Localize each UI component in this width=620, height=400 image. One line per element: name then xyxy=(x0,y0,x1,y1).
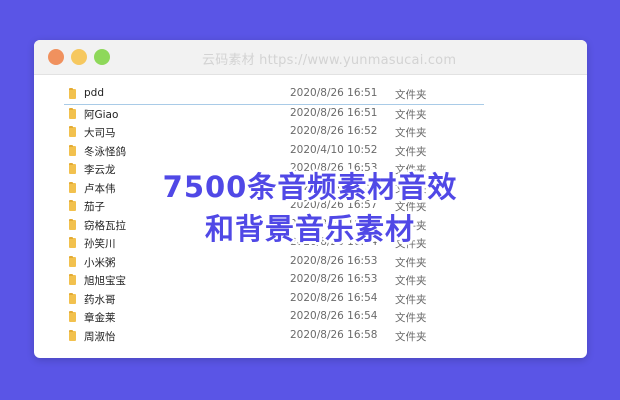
folder-icon xyxy=(69,107,76,119)
promo-headline-line-2: 和背景音乐素材 xyxy=(204,212,415,246)
file-date: 2020/8/26 16:58 xyxy=(290,328,378,341)
file-date: 2020/4/10 10:52 xyxy=(290,143,378,156)
file-type: 文件夹 xyxy=(395,330,427,343)
folder-icon xyxy=(69,88,76,99)
file-type: 文件夹 xyxy=(395,312,427,324)
file-row[interactable]: 章金莱 2020/8/26 16:54 文件夹 xyxy=(64,308,484,327)
minimize-window-button[interactable] xyxy=(71,49,87,65)
file-date: 2020/8/26 16:54 xyxy=(290,310,378,322)
file-name: 大司马 xyxy=(84,127,116,139)
folder-icon xyxy=(69,329,76,341)
file-name: 药水哥 xyxy=(84,293,116,306)
file-row[interactable]: 药水哥 2020/8/26 16:54 文件夹 xyxy=(64,290,484,309)
file-type: 文件夹 xyxy=(395,256,427,269)
title-bar: 云码素材 https://www.yunmasucai.com xyxy=(34,40,587,75)
file-name: 小米粥 xyxy=(84,256,116,269)
folder-icon xyxy=(69,255,76,267)
file-row[interactable]: 旭旭宝宝 2020/8/26 16:53 文件夹 xyxy=(64,271,484,290)
file-type: 文件夹 xyxy=(395,127,427,139)
file-name: 旭旭宝宝 xyxy=(84,275,126,287)
promo-headline: 7500条音频素材音效 和背景音乐素材 xyxy=(0,166,620,250)
file-name: pdd xyxy=(84,87,104,99)
file-date: 2020/8/26 16:54 xyxy=(290,291,378,304)
maximize-window-button[interactable] xyxy=(94,49,110,65)
file-type: 文件夹 xyxy=(395,275,427,287)
file-date: 2020/8/26 16:51 xyxy=(290,106,378,119)
file-row[interactable]: 小米粥 2020/8/26 16:53 文件夹 xyxy=(64,253,484,272)
file-row[interactable]: pdd 2020/8/26 16:51 文件夹 xyxy=(64,85,484,105)
close-window-button[interactable] xyxy=(48,49,64,65)
file-name: 阿Giao xyxy=(84,108,119,121)
folder-icon xyxy=(69,311,76,322)
folder-icon xyxy=(69,292,76,304)
folder-icon xyxy=(69,126,76,137)
file-row[interactable]: 大司马 2020/8/26 16:52 文件夹 xyxy=(64,123,484,142)
folder-icon xyxy=(69,144,76,156)
file-name: 冬泳怪鸽 xyxy=(84,145,126,158)
file-type: 文件夹 xyxy=(395,108,427,121)
file-type: 文件夹 xyxy=(395,89,427,101)
file-name: 章金莱 xyxy=(84,312,116,324)
file-type: 文件夹 xyxy=(395,145,427,158)
file-row[interactable]: 冬泳怪鸽 2020/4/10 10:52 文件夹 xyxy=(64,142,484,161)
file-date: 2020/8/26 16:53 xyxy=(290,254,378,267)
folder-icon xyxy=(69,274,76,285)
file-row[interactable]: 周淑怡 2020/8/26 16:58 文件夹 xyxy=(64,327,484,346)
file-date: 2020/8/26 16:51 xyxy=(290,87,378,99)
file-name: 周淑怡 xyxy=(84,330,116,343)
file-date: 2020/8/26 16:52 xyxy=(290,125,378,137)
file-type: 文件夹 xyxy=(395,293,427,306)
file-row[interactable]: 阿Giao 2020/8/26 16:51 文件夹 xyxy=(64,105,484,124)
promo-headline-line-1: 7500条音频素材音效 xyxy=(162,170,458,204)
watermark-text: 云码素材 https://www.yunmasucai.com xyxy=(202,53,457,68)
file-date: 2020/8/26 16:53 xyxy=(290,273,378,285)
